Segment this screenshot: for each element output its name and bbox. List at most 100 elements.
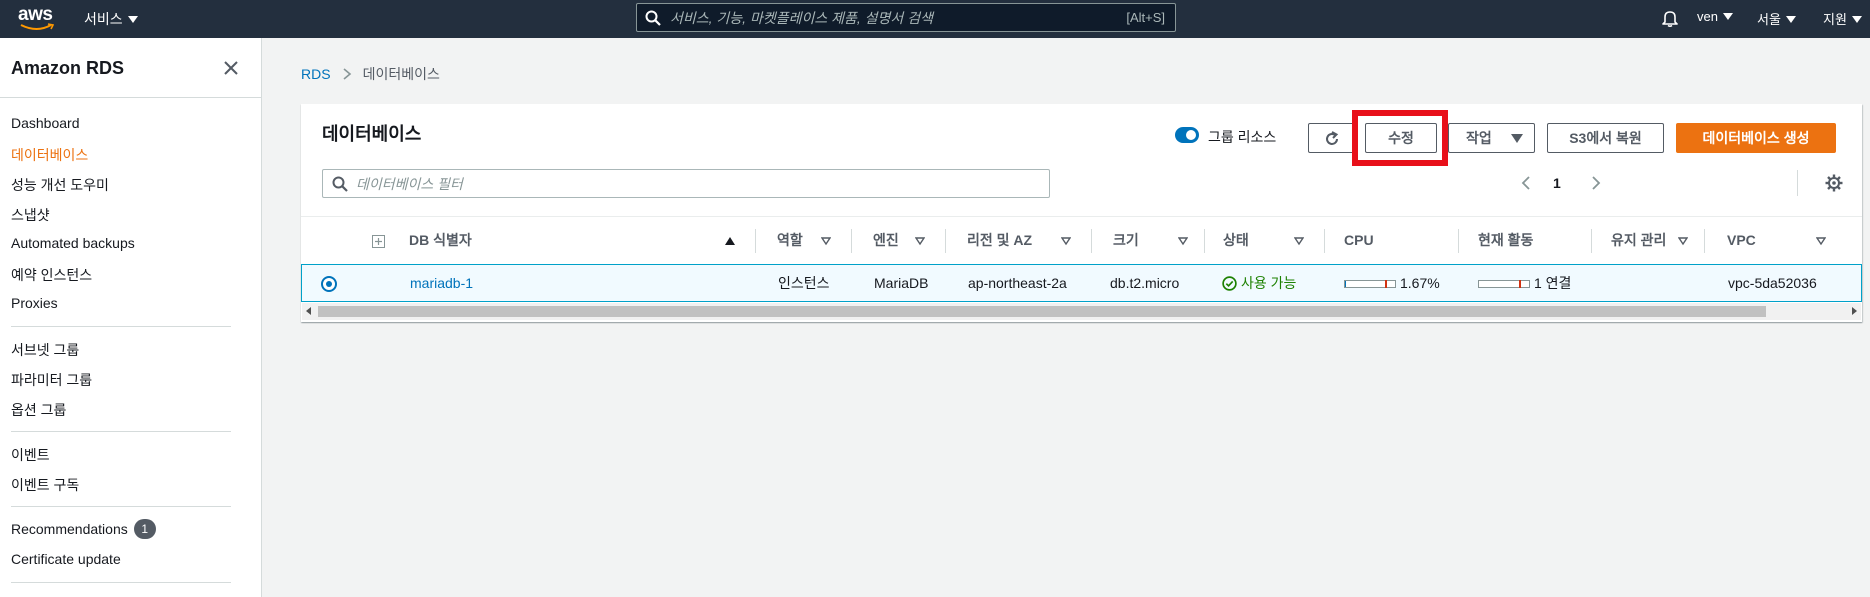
gear-icon[interactable] xyxy=(1825,174,1843,192)
cpu-utilization-bar xyxy=(1344,280,1396,288)
restore-from-s3-button[interactable]: S3에서 복원 xyxy=(1547,123,1664,153)
sidebar-item-reserved-instances[interactable]: 예약 인스턴스 xyxy=(11,265,92,285)
column-header-maintenance[interactable]: 유지 관리 xyxy=(1611,217,1666,265)
group-resources-toggle[interactable] xyxy=(1175,127,1199,143)
sidebar-divider xyxy=(11,506,231,507)
activity-threshold-marker xyxy=(1519,280,1521,288)
column-header-region-az[interactable]: 리전 및 AZ xyxy=(967,217,1032,265)
sidebar-item-event-subscriptions[interactable]: 이벤트 구독 xyxy=(11,475,79,495)
column-header-cpu[interactable]: CPU xyxy=(1344,217,1374,265)
top-navigation: aws 서비스 [Alt+S] ven 서울 지원 xyxy=(0,0,1870,38)
cpu-threshold-marker xyxy=(1385,280,1387,288)
sort-icon[interactable] xyxy=(915,236,925,246)
column-divider xyxy=(1704,229,1705,253)
refresh-button[interactable] xyxy=(1308,123,1355,153)
column-header-db-identifier[interactable]: DB 식별자 xyxy=(409,217,472,265)
sort-icon[interactable] xyxy=(1678,236,1688,246)
table-row[interactable]: mariadb-1 인스턴스 MariaDB ap-northeast-2a d… xyxy=(301,264,1862,302)
sidebar-divider xyxy=(11,326,231,327)
aws-smile-icon xyxy=(20,23,54,30)
global-search[interactable]: [Alt+S] xyxy=(636,3,1176,32)
sort-icon[interactable] xyxy=(1816,236,1826,246)
recommendations-count-badge: 1 xyxy=(133,519,156,539)
column-divider xyxy=(1324,229,1325,253)
sidebar-item-subnet-groups[interactable]: 서브넷 그룹 xyxy=(11,340,79,360)
db-identifier-link[interactable]: mariadb-1 xyxy=(410,265,473,301)
services-menu[interactable]: 서비스 xyxy=(84,9,138,29)
search-shortcut: [Alt+S] xyxy=(1126,10,1165,25)
scroll-right-arrow-icon[interactable] xyxy=(1852,307,1857,315)
column-divider xyxy=(1091,229,1092,253)
page-number[interactable]: 1 xyxy=(1553,175,1561,191)
sort-icon[interactable] xyxy=(1061,236,1071,246)
pager-divider xyxy=(1797,170,1798,196)
sidebar-item-parameter-groups[interactable]: 파라미터 그룹 xyxy=(11,370,92,390)
close-icon[interactable] xyxy=(221,58,241,78)
region-label: 서울 xyxy=(1757,12,1781,27)
chevron-left-icon[interactable] xyxy=(1519,175,1533,191)
column-header-size[interactable]: 크기 xyxy=(1113,217,1139,265)
sidebar-item-proxies[interactable]: Proxies xyxy=(11,295,58,311)
support-menu[interactable]: 지원 xyxy=(1823,9,1862,28)
region-menu[interactable]: 서울 xyxy=(1757,9,1796,28)
column-header-vpc[interactable]: VPC xyxy=(1727,217,1756,265)
sidebar-item-option-groups[interactable]: 옵션 그룹 xyxy=(11,400,66,420)
sort-icon[interactable] xyxy=(1294,236,1304,246)
chevron-down-icon xyxy=(127,16,138,23)
sidebar-item-performance-insights[interactable]: 성능 개선 도우미 xyxy=(11,175,109,195)
table-header: DB 식별자 역할 엔진 리전 및 AZ 크기 상태 CPU 현재 활동 유지 … xyxy=(301,216,1862,264)
breadcrumb: RDS 데이터베이스 xyxy=(301,64,440,84)
column-header-engine[interactable]: 엔진 xyxy=(873,217,899,265)
sidebar-item-certificate-update[interactable]: Certificate update xyxy=(11,551,121,567)
cell-region-az: ap-northeast-2a xyxy=(968,275,1067,291)
cell-current-activity: 1 연결 xyxy=(1478,265,1571,301)
status-text: 사용 가능 xyxy=(1241,275,1297,291)
cpu-utilization-fill xyxy=(1345,281,1346,287)
sidebar-divider xyxy=(11,431,231,432)
check-circle-icon xyxy=(1222,276,1237,291)
modify-button-highlight xyxy=(1352,110,1448,166)
row-select-radio[interactable] xyxy=(321,276,337,292)
column-header-current-activity[interactable]: 현재 활동 xyxy=(1478,217,1533,265)
cell-status: 사용 가능 xyxy=(1222,265,1296,301)
search-icon xyxy=(645,10,661,26)
sidebar-item-recommendations[interactable]: Recommendations 1 xyxy=(11,519,156,539)
column-header-role[interactable]: 역할 xyxy=(777,217,803,265)
expand-all-icon[interactable] xyxy=(372,235,385,248)
scroll-left-arrow-icon[interactable] xyxy=(306,307,311,315)
sidebar-item-label: Recommendations xyxy=(11,521,128,537)
databases-panel: 데이터베이스 그룹 리소스 수정 작업 S3에서 복원 데이터베이스 생성 1 … xyxy=(301,104,1862,322)
sidebar-item-events[interactable]: 이벤트 xyxy=(11,445,50,465)
scrollbar-thumb[interactable] xyxy=(318,306,1766,317)
column-divider xyxy=(851,229,852,253)
sort-icon[interactable] xyxy=(821,236,831,246)
sidebar-item-databases[interactable]: 데이터베이스 xyxy=(11,145,88,165)
cell-size: db.t2.micro xyxy=(1110,275,1180,291)
database-filter[interactable] xyxy=(322,169,1050,198)
user-menu[interactable]: ven xyxy=(1697,9,1733,24)
sort-ascending-icon[interactable] xyxy=(725,236,735,246)
global-search-input[interactable] xyxy=(670,7,1090,28)
sidebar-item-dashboard[interactable]: Dashboard xyxy=(11,115,80,131)
chevron-right-icon[interactable] xyxy=(1589,175,1603,191)
bell-icon[interactable] xyxy=(1662,9,1678,27)
sidebar-divider xyxy=(11,582,231,583)
chevron-right-icon xyxy=(343,68,351,80)
sidebar-item-snapshots[interactable]: 스냅샷 xyxy=(11,205,50,225)
breadcrumb-rds[interactable]: RDS xyxy=(301,66,331,82)
create-database-button[interactable]: 데이터베이스 생성 xyxy=(1676,123,1836,153)
sidebar-item-automated-backups[interactable]: Automated backups xyxy=(11,235,135,251)
activity-bar xyxy=(1478,280,1530,288)
column-divider xyxy=(945,229,946,253)
column-header-status[interactable]: 상태 xyxy=(1223,217,1249,265)
database-filter-input[interactable] xyxy=(356,173,1036,194)
horizontal-scrollbar[interactable] xyxy=(302,303,1861,320)
cell-role: 인스턴스 xyxy=(778,275,830,291)
services-label: 서비스 xyxy=(84,11,123,27)
user-label: ven xyxy=(1697,9,1718,24)
column-divider xyxy=(1591,229,1592,253)
actions-dropdown[interactable]: 작업 xyxy=(1448,123,1535,153)
sort-icon[interactable] xyxy=(1178,236,1188,246)
aws-logo[interactable]: aws xyxy=(16,4,56,32)
panel-title: 데이터베이스 xyxy=(322,124,422,144)
